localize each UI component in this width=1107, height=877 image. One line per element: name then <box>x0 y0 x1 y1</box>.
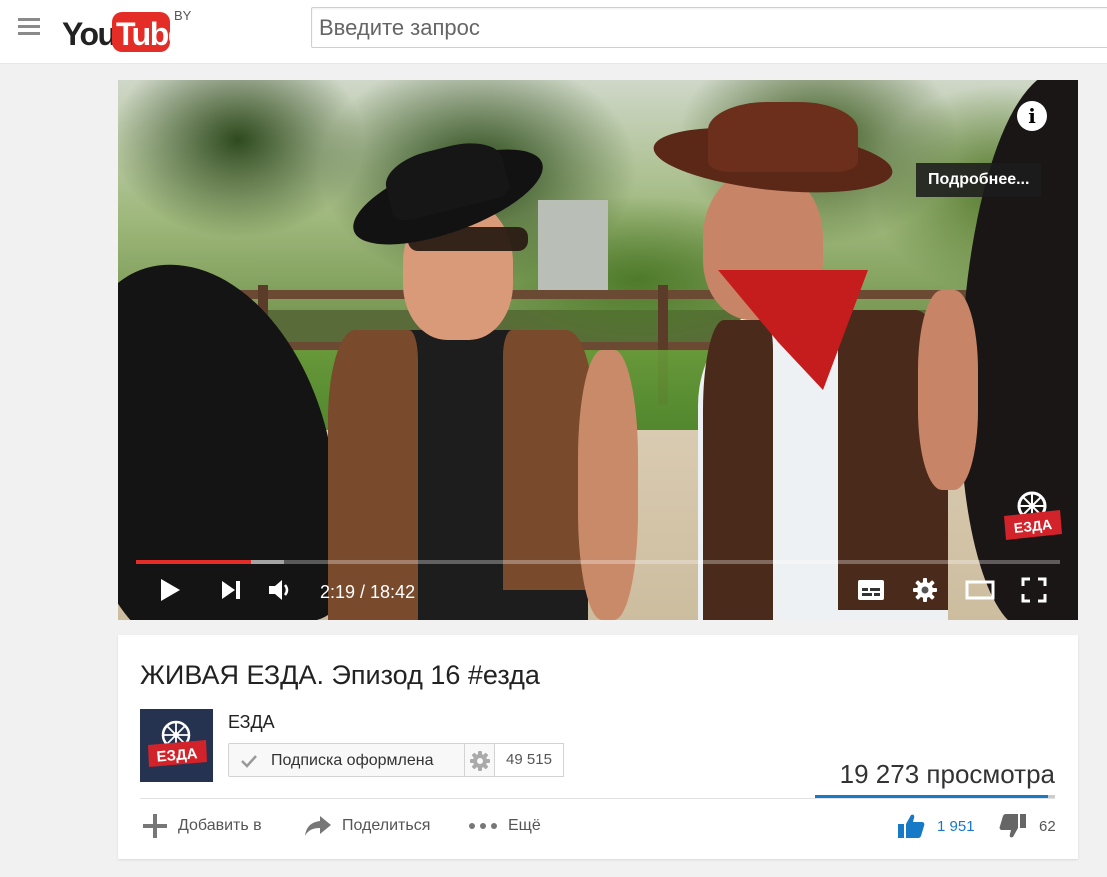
more-dots-icon <box>469 823 497 829</box>
player-controls: 2:19 / 18:42 <box>118 570 1078 620</box>
logo-you: You <box>62 16 117 52</box>
gear-icon <box>470 751 490 771</box>
fullscreen-icon[interactable] <box>1016 570 1052 610</box>
share-button[interactable]: Поделиться <box>304 813 430 839</box>
add-to-button[interactable]: Добавить в <box>142 813 262 839</box>
info-icon[interactable]: i <box>1017 101 1047 131</box>
subscriber-count: 49 515 <box>494 743 564 777</box>
channel-name[interactable]: ЕЗДА <box>228 712 275 733</box>
masthead: You Tube BY <box>0 0 1107 64</box>
channel-watermark[interactable]: ЕЗДА <box>1000 490 1064 546</box>
divider <box>140 798 1055 799</box>
time-display: 2:19 / 18:42 <box>320 582 416 602</box>
search-box <box>311 7 1107 48</box>
video-info-panel: ЖИВАЯ ЕЗДА. Эпизод 16 #езда ЕЗДА ЕЗДА По… <box>118 635 1078 859</box>
subtitles-icon[interactable] <box>852 570 890 610</box>
more-label: Ещё <box>508 817 541 834</box>
guide-menu-icon[interactable] <box>18 18 40 40</box>
like-count: 1 951 <box>937 817 975 835</box>
settings-gear-icon[interactable] <box>906 570 944 610</box>
volume-icon[interactable] <box>264 570 298 610</box>
plus-icon <box>143 814 167 838</box>
logo-tube-badge: Tube <box>112 12 186 52</box>
progress-bar[interactable] <box>136 560 1060 564</box>
thumbs-down-icon <box>999 814 1026 838</box>
region-code: BY <box>174 8 192 23</box>
video-title: ЖИВАЯ ЕЗДА. Эпизод 16 #езда <box>140 660 540 690</box>
view-count: 19 273 просмотра <box>839 759 1055 789</box>
share-label: Поделиться <box>342 817 431 834</box>
search-input[interactable] <box>312 8 1107 47</box>
thumbs-up-icon <box>898 814 925 838</box>
dislike-count: 62 <box>1039 817 1056 835</box>
subscription-settings-button[interactable] <box>465 743 495 777</box>
like-button[interactable]: 1 951 <box>897 813 975 839</box>
add-to-label: Добавить в <box>178 817 262 834</box>
check-icon <box>241 755 257 768</box>
more-info-card[interactable]: Подробнее... <box>916 163 1042 197</box>
theater-mode-icon[interactable] <box>960 570 1000 610</box>
subscribed-button[interactable]: Подписка оформлена <box>228 743 465 777</box>
video-player[interactable]: i Подробнее... ЕЗДА 2:19 / 18:42 <box>118 80 1078 620</box>
channel-avatar[interactable]: ЕЗДА <box>140 709 213 782</box>
subscribe-label: Подписка оформлена <box>271 752 434 769</box>
next-icon[interactable] <box>214 570 248 610</box>
share-icon <box>305 816 331 836</box>
video-frame <box>118 80 1078 620</box>
channel-avatar-label: ЕЗДА <box>156 745 198 766</box>
play-icon[interactable] <box>152 570 188 610</box>
dislike-button[interactable]: 62 <box>999 813 1056 839</box>
more-actions-button[interactable]: Ещё <box>468 813 541 839</box>
progress-played <box>136 560 251 564</box>
